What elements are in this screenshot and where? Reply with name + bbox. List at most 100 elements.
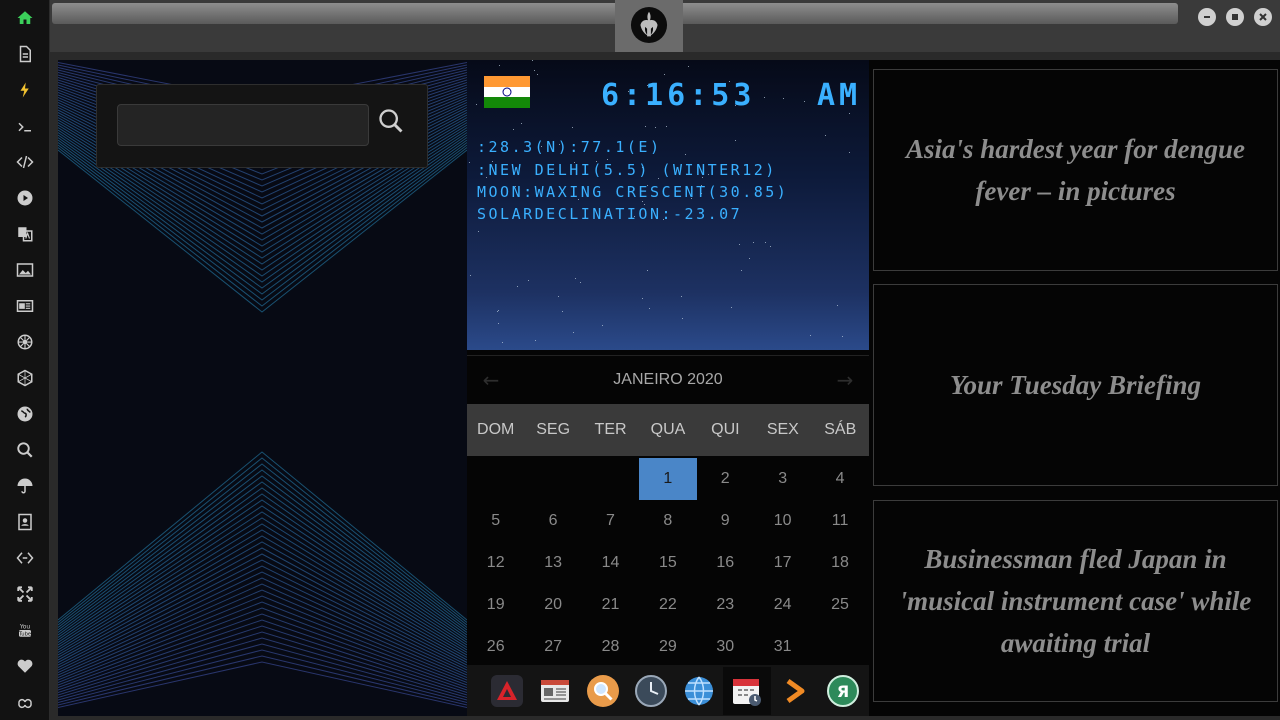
calendar-week: 12 13 14 15 16 17 18: [467, 542, 869, 584]
terminal-icon[interactable]: [13, 115, 37, 139]
calendar-day[interactable]: 26: [467, 626, 524, 668]
calendar-days-grid: 1 2 3 4 5 6 7 8 9 10 11 12 13 14 15 16 17 18 19 20 21 22 23 24 2…: [467, 458, 869, 668]
calendar-day[interactable]: 24: [754, 584, 811, 626]
weekday-label: SÁB: [824, 421, 857, 438]
search-icon[interactable]: [13, 438, 37, 462]
calendar-day[interactable]: 16: [697, 542, 754, 584]
news-card[interactable]: Businessman fled Japan in 'musical instr…: [873, 500, 1278, 702]
close-button[interactable]: [1254, 8, 1272, 26]
clock-panel: 6:16:53 AM :28.3(N):77.1(E) :NEW DELHI(5…: [467, 60, 869, 350]
calendar-day[interactable]: 17: [754, 542, 811, 584]
calendar-day[interactable]: 1: [639, 458, 697, 500]
weekday-label: TER: [594, 421, 627, 438]
calendar-day[interactable]: 20: [524, 584, 581, 626]
solar-declination-line: SOLARDECLINATION:-23.07: [477, 205, 743, 223]
red-triangle-app-icon[interactable]: [483, 667, 531, 715]
search-button[interactable]: [377, 107, 411, 143]
lightning-icon[interactable]: [13, 78, 37, 102]
news-card[interactable]: Asia's hardest year for dengue fever – i…: [873, 69, 1278, 271]
rebel-alliance-emblem-icon[interactable]: [615, 0, 683, 52]
calendar-month-title: JANEIRO 2020: [613, 371, 723, 388]
news-reader-icon[interactable]: [531, 667, 579, 715]
calendar-day[interactable]: 7: [582, 500, 639, 542]
calendar-day[interactable]: 10: [754, 500, 811, 542]
image-icon[interactable]: [13, 258, 37, 282]
india-flag: [484, 76, 530, 108]
calendar-week: 1234: [467, 458, 869, 500]
calendar-day[interactable]: 30: [697, 626, 754, 668]
hero-background: [58, 60, 467, 716]
diamond-link-icon[interactable]: [13, 546, 37, 570]
calendar-day[interactable]: 29: [639, 626, 696, 668]
calendar-day[interactable]: 22: [639, 584, 696, 626]
yandex-app-icon[interactable]: Я: [819, 667, 867, 715]
calendar-empty-cell: [811, 626, 868, 668]
browser-globe-icon[interactable]: [675, 667, 723, 715]
maximize-button[interactable]: [1226, 8, 1244, 26]
calendar-day[interactable]: 18: [811, 542, 868, 584]
calendar-day[interactable]: 31: [754, 626, 811, 668]
svg-text:Tube: Tube: [18, 631, 31, 637]
calendar-widget: ← JANEIRO 2020 → DOM SEG TER QUA QUI SEX…: [467, 355, 869, 665]
calendar-day[interactable]: 3: [754, 458, 811, 500]
calendar-day[interactable]: 12: [467, 542, 524, 584]
calendar-empty-cell: [467, 458, 524, 500]
document-icon[interactable]: [13, 42, 37, 66]
weekday-label: SEX: [766, 421, 799, 438]
weekday-label: SEG: [536, 421, 571, 438]
calendar-day[interactable]: 8: [639, 500, 696, 542]
news-card[interactable]: Your Tuesday Briefing: [873, 284, 1278, 486]
calendar-empty-cell: [582, 458, 639, 500]
clock-time: 6:16:53: [601, 78, 756, 113]
translate-icon[interactable]: [13, 222, 37, 246]
empire-emblem-icon[interactable]: [13, 330, 37, 354]
infinity-cloud-icon[interactable]: [13, 690, 37, 714]
umbrella-icon[interactable]: [13, 474, 37, 498]
news-headline[interactable]: Businessman fled Japan in 'musical instr…: [892, 538, 1259, 664]
calendar-day[interactable]: 2: [697, 458, 754, 500]
chevron-right-app-icon[interactable]: [771, 667, 819, 715]
calendar-day[interactable]: 9: [697, 500, 754, 542]
calendar-day[interactable]: 27: [524, 626, 581, 668]
hexagon-icon[interactable]: [13, 366, 37, 390]
svg-text:Я: Я: [837, 682, 849, 701]
calendar-day[interactable]: 4: [811, 458, 868, 500]
heart-icon[interactable]: [13, 654, 37, 678]
coordinates-line: :28.3(N):77.1(E): [477, 138, 662, 156]
location-line: :NEW DELHI(5.5) (WINTER12): [477, 161, 777, 179]
minimize-button[interactable]: [1198, 8, 1216, 26]
news-icon[interactable]: [13, 294, 37, 318]
news-headline[interactable]: Your Tuesday Briefing: [950, 364, 1201, 406]
calendar-day[interactable]: 13: [524, 542, 581, 584]
left-sidebar: You Tube: [0, 0, 50, 720]
globe-icon[interactable]: [13, 402, 37, 426]
calendar-week: 5 6 7 8 9 10 11: [467, 500, 869, 542]
calendar-day[interactable]: 23: [697, 584, 754, 626]
calendar-day[interactable]: 19: [467, 584, 524, 626]
calendar-day[interactable]: 25: [811, 584, 868, 626]
calendar-day[interactable]: 15: [639, 542, 696, 584]
calendar-day[interactable]: 11: [811, 500, 868, 542]
next-month-button[interactable]: →: [833, 368, 857, 392]
expand-icon[interactable]: [13, 582, 37, 606]
news-headline[interactable]: Asia's hardest year for dengue fever – i…: [892, 128, 1259, 212]
search-input[interactable]: [117, 104, 369, 146]
calendar-day[interactable]: 21: [582, 584, 639, 626]
clock-ampm: AM: [817, 78, 862, 113]
play-icon[interactable]: [13, 186, 37, 210]
code-icon[interactable]: [13, 150, 37, 174]
weekday-label: QUI: [711, 421, 740, 438]
youtube-icon[interactable]: You Tube: [13, 618, 37, 642]
calendar-day[interactable]: 14: [582, 542, 639, 584]
calendar-day[interactable]: 6: [524, 500, 581, 542]
calendar-day[interactable]: 5: [467, 500, 524, 542]
contacts-icon[interactable]: [13, 510, 37, 534]
moon-phase-line: MOON:WAXING CRESCENT(30.85): [477, 183, 789, 201]
weekday-label: DOM: [477, 421, 515, 438]
search-app-icon[interactable]: [579, 667, 627, 715]
clock-app-icon[interactable]: [627, 667, 675, 715]
home-icon[interactable]: [13, 6, 37, 30]
app-dock: Я: [467, 665, 869, 716]
calendar-day[interactable]: 28: [582, 626, 639, 668]
calendar-app-icon[interactable]: [723, 666, 771, 715]
